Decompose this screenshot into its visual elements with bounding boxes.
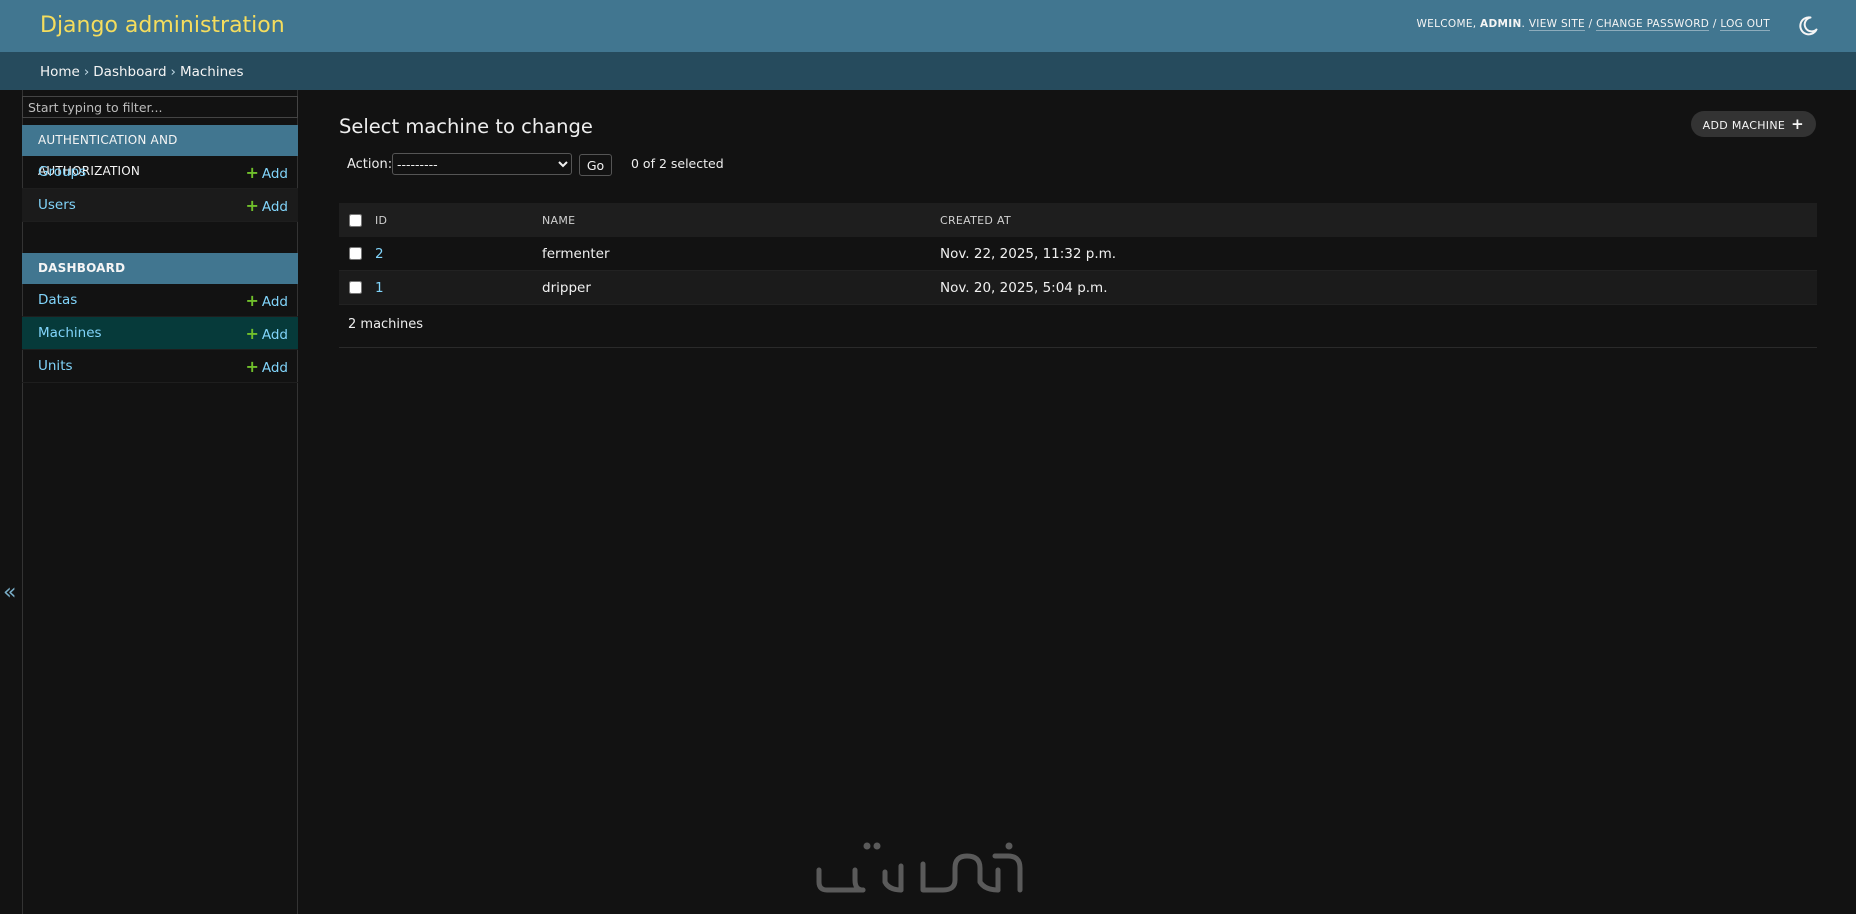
result-table: ID NAME CREATED AT 2 fermenter Nov. 22, … <box>339 203 1817 305</box>
plus-icon: + <box>245 291 259 310</box>
breadcrumb: Home › Dashboard › Machines <box>0 52 1856 90</box>
add-machine-button[interactable]: ADD MACHINE + <box>1690 111 1816 137</box>
breadcrumb-current: Machines <box>179 64 244 80</box>
actions-bar: Action: --------- Go 0 of 2 selected <box>339 148 1817 182</box>
change-password-link[interactable]: CHANGE PASSWORD <box>1596 18 1710 31</box>
sidebar-item-machines: Machines + Add <box>22 317 298 350</box>
breadcrumb-dashboard[interactable]: Dashboard <box>93 64 166 80</box>
breadcrumb-home[interactable]: Home <box>40 64 80 80</box>
breadcrumb-separator: › <box>83 64 90 80</box>
separator: / <box>1588 18 1593 30</box>
add-label: Add <box>261 327 288 343</box>
column-header-id[interactable]: ID <box>375 203 542 237</box>
add-machines-link[interactable]: + Add <box>245 324 288 343</box>
select-all-header <box>339 203 375 237</box>
go-button[interactable]: Go <box>579 154 612 176</box>
view-site-link[interactable]: VIEW SITE <box>1528 18 1585 31</box>
paginator: 2 machines <box>339 308 1817 348</box>
created-at-cell: Nov. 20, 2025, 5:04 p.m. <box>940 270 1817 305</box>
add-machine-label: ADD MACHINE <box>1702 119 1786 132</box>
sidebar: AUTHENTICATION AND AUTHORIZATION Groups … <box>22 90 298 914</box>
row-id-link[interactable]: 1 <box>375 280 384 296</box>
column-label: ID <box>375 213 388 227</box>
sidebar-item-label[interactable]: Datas <box>38 292 77 308</box>
sidebar-item-units: Units + Add <box>22 350 298 383</box>
row-select-cell <box>339 270 375 305</box>
id-cell: 2 <box>375 237 542 271</box>
plus-icon: + <box>1791 115 1804 133</box>
module-caption[interactable]: DASHBOARD <box>22 253 298 284</box>
welcome-text: WELCOME, <box>1416 18 1477 30</box>
add-users-link[interactable]: + Add <box>245 196 288 215</box>
action-label: Action: <box>347 157 393 172</box>
nav-filter-input[interactable] <box>22 96 298 118</box>
selected-count: 0 of 2 selected <box>631 156 724 171</box>
column-label: CREATED AT <box>940 213 1011 227</box>
sidebar-item-label[interactable]: Users <box>38 197 76 213</box>
plus-icon: + <box>245 324 259 343</box>
sidebar-item-label[interactable]: Units <box>38 358 73 374</box>
username: ADMIN <box>1480 18 1522 30</box>
sidebar-item-label[interactable]: Groups <box>38 164 86 180</box>
table-row: 1 dripper Nov. 20, 2025, 5:04 p.m. <box>339 270 1817 305</box>
module-auth: AUTHENTICATION AND AUTHORIZATION Groups … <box>22 125 298 222</box>
id-cell: 1 <box>375 270 542 305</box>
sidebar-toggle[interactable]: « <box>0 90 23 914</box>
module-dashboard: DASHBOARD Datas + Add Machines + Add Units… <box>22 253 298 383</box>
column-header-name[interactable]: NAME <box>542 203 940 237</box>
row-checkbox[interactable] <box>349 247 362 260</box>
add-label: Add <box>261 294 288 310</box>
row-select-cell <box>339 237 375 271</box>
moon-icon[interactable] <box>1796 14 1820 38</box>
plus-icon: + <box>245 357 259 376</box>
plus-icon: + <box>245 163 259 182</box>
sidebar-item-users: Users + Add <box>22 189 298 222</box>
add-label: Add <box>261 360 288 376</box>
table-row: 2 fermenter Nov. 22, 2025, 11:32 p.m. <box>339 237 1817 271</box>
plus-icon: + <box>245 196 259 215</box>
watermark-logo <box>815 842 1040 898</box>
header: Django administration WELCOME, ADMIN. VI… <box>0 0 1856 52</box>
add-datas-link[interactable]: + Add <box>245 291 288 310</box>
breadcrumb-separator: › <box>170 64 176 80</box>
table-header-row: ID NAME CREATED AT <box>339 203 1817 237</box>
column-label: NAME <box>542 213 576 227</box>
sidebar-item-label[interactable]: Machines <box>38 325 102 341</box>
page-title: Select machine to change <box>339 115 593 138</box>
collapse-sidebar-icon[interactable]: « <box>3 580 16 605</box>
sidebar-item-groups: Groups + Add <box>22 156 298 189</box>
row-checkbox[interactable] <box>349 281 362 294</box>
add-units-link[interactable]: + Add <box>245 357 288 376</box>
main-content: Select machine to change ADD MACHINE + Ac… <box>299 90 1856 914</box>
user-tools: WELCOME, ADMIN. VIEW SITE / CHANGE PASSW… <box>1416 18 1770 31</box>
site-name[interactable]: Django administration <box>40 13 285 38</box>
separator: / <box>1712 18 1717 30</box>
column-header-created-at[interactable]: CREATED AT <box>940 203 1817 237</box>
module-caption[interactable]: AUTHENTICATION AND AUTHORIZATION <box>22 125 298 178</box>
add-label: Add <box>261 199 288 215</box>
sidebar-item-datas: Datas + Add <box>22 284 298 317</box>
name-cell: fermenter <box>542 245 610 262</box>
name-cell: dripper <box>542 270 940 305</box>
log-out-link[interactable]: LOG OUT <box>1720 18 1770 31</box>
select-all-checkbox[interactable] <box>349 213 362 227</box>
add-groups-link[interactable]: + Add <box>245 163 288 182</box>
row-id-link[interactable]: 2 <box>375 246 384 262</box>
action-select[interactable]: --------- <box>392 153 572 175</box>
created-at-cell: Nov. 22, 2025, 11:32 p.m. <box>940 245 1117 262</box>
add-label: Add <box>261 166 288 182</box>
